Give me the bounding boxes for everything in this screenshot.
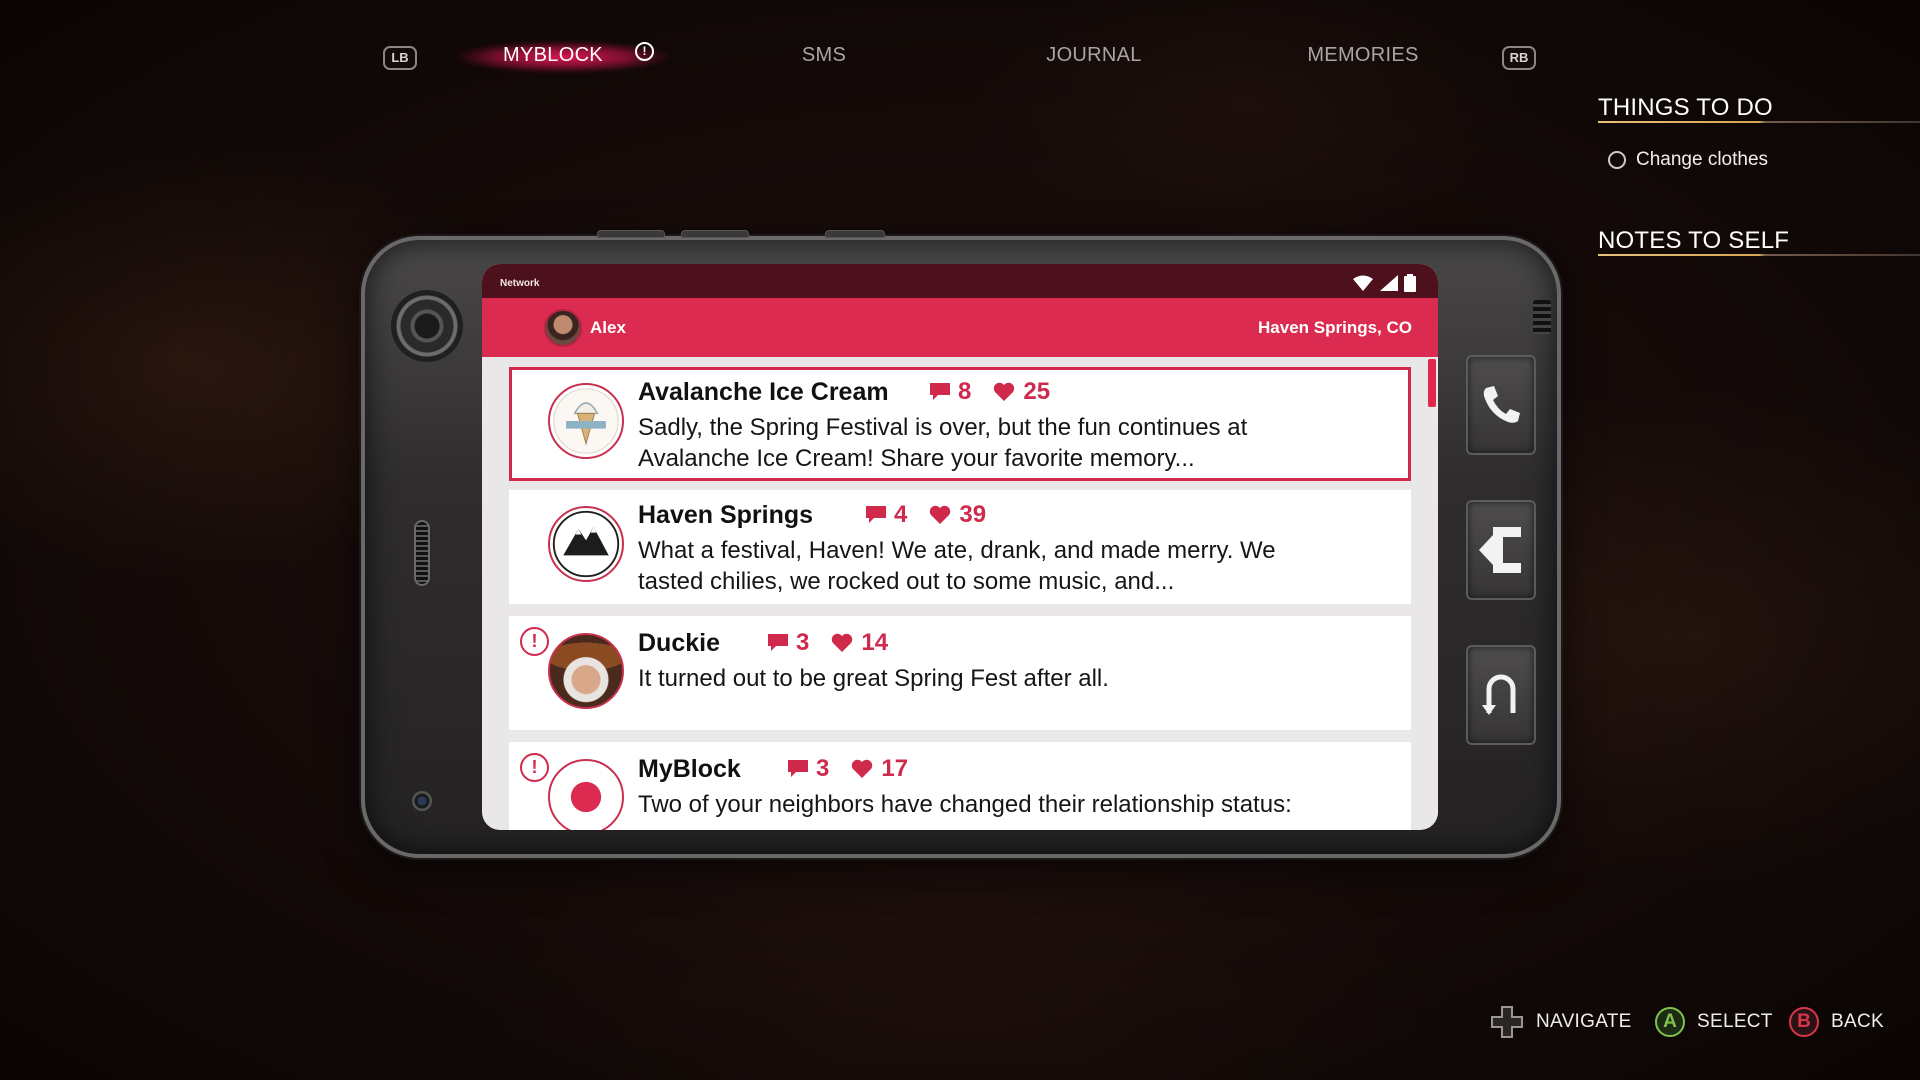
tab-journal[interactable]: JOURNAL [1004,44,1184,72]
wifi-icon [1353,275,1373,291]
myblock-feed: Avalanche Ice Cream 8 25 Sadly, the Spri… [482,357,1438,830]
post-body: It turned out to be great Spring Fest af… [638,665,1109,692]
user-name: Alex [590,318,626,337]
b-button-icon: B [1789,1007,1819,1037]
side-grill [1533,300,1551,334]
like-count: 17 [881,755,909,782]
ice-cream-logo-icon [548,383,624,459]
feed-post-haven-springs[interactable]: Haven Springs 4 39 What a festival, Have… [509,490,1411,604]
post-body: What a festival, Haven! We ate, drank, a… [638,537,1276,595]
feed-scrollbar[interactable] [1428,357,1438,830]
comment-icon [768,634,788,651]
post-author: Duckie [638,629,720,657]
comment-icon [930,383,950,400]
exit-app-button[interactable] [1466,500,1536,600]
app-header: Alex Haven Springs, CO [482,298,1438,357]
feed-post-avalanche-ice-cream[interactable]: Avalanche Ice Cream 8 25 Sadly, the Spri… [509,367,1411,481]
heart-icon [832,633,853,652]
tab-memories[interactable]: MEMORIES [1273,44,1453,72]
unread-alert-icon: ! [520,753,549,782]
navigate-hint: NAVIGATE [1490,1005,1632,1039]
todo-item[interactable]: Change clothes [1608,147,1768,173]
front-sensor-icon [412,791,432,811]
feed-post-duckie[interactable]: ! Duckie 3 14 It turned out to be great … [509,616,1411,730]
things-to-do-heading: THINGS TO DO [1598,94,1773,121]
heart-icon [930,505,951,524]
exit-app-icon [1479,527,1521,573]
notes-to-self-divider [1598,254,1920,256]
post-stats: 4 39 [866,501,1000,529]
feed-post-myblock[interactable]: ! MyBlock 3 17 Two of your neighbors hav… [509,742,1411,830]
post-author: Haven Springs [638,501,814,529]
post-stats: 8 25 [930,378,1064,406]
post-stats: 3 17 [788,755,922,783]
comment-icon [788,760,808,777]
select-label: SELECT [1697,1011,1773,1032]
like-count: 25 [1023,378,1051,405]
phone-screen: Network Alex Haven Springs, CO Avalanche… [482,264,1438,830]
like-count: 14 [861,629,889,656]
person-photo-icon [548,633,624,709]
myblock-logo-icon [548,759,624,830]
status-bar: Network [482,264,1438,298]
location-label: Haven Springs, CO [1258,318,1412,337]
comment-count: 8 [958,378,972,405]
dpad-icon [1491,1006,1523,1038]
things-to-do-divider [1598,121,1920,123]
network-label: Network [500,278,540,289]
like-count: 39 [959,501,987,528]
rb-bumper-hint[interactable]: RB [1502,46,1536,70]
battery-icon [1404,274,1416,292]
back-button[interactable] [1466,645,1536,745]
phone-side-button [825,230,885,238]
back-label: BACK [1831,1011,1884,1032]
phone-call-button[interactable] [1466,355,1536,455]
back-hint[interactable]: B BACK [1789,1005,1884,1039]
comment-icon [866,506,886,523]
tab-myblock[interactable]: MYBLOCK [463,44,643,72]
post-body: Sadly, the Spring Festival is over, but … [638,414,1248,472]
post-author: MyBlock [638,755,741,783]
notes-to-self-heading: NOTES TO SELF [1598,227,1790,254]
lb-bumper-hint[interactable]: LB [383,46,417,70]
status-icons [1352,274,1416,292]
a-button-icon: A [1655,1007,1685,1037]
post-stats: 3 14 [768,629,902,657]
speaker-grill [414,520,430,586]
unread-alert-icon: ! [520,627,549,656]
signal-icon [1380,275,1398,291]
tab-myblock-alert-icon: ! [635,42,654,61]
tab-sms[interactable]: SMS [734,44,914,72]
post-author: Avalanche Ice Cream [638,378,889,406]
comment-count: 3 [816,755,830,782]
phone-icon [1483,386,1520,423]
post-body: Two of your neighbors have changed their… [638,791,1292,818]
todo-label: Change clothes [1636,149,1769,170]
navigate-label: NAVIGATE [1536,1011,1632,1032]
comment-count: 3 [796,629,810,656]
back-arrow-icon [1482,674,1516,715]
camera-lens-icon [391,290,463,362]
phone-side-button [681,230,749,238]
avatar[interactable] [544,309,582,347]
comment-count: 4 [894,501,908,528]
feed-scrollbar-thumb[interactable] [1428,359,1436,407]
phone-side-button [597,230,665,238]
phone-device: Network Alex Haven Springs, CO Avalanche… [361,230,1561,858]
mountain-town-logo-icon [548,506,624,582]
select-hint: A SELECT [1655,1005,1773,1039]
heart-icon [852,759,873,778]
heart-icon [994,382,1015,401]
todo-checkbox-icon [1608,151,1626,169]
